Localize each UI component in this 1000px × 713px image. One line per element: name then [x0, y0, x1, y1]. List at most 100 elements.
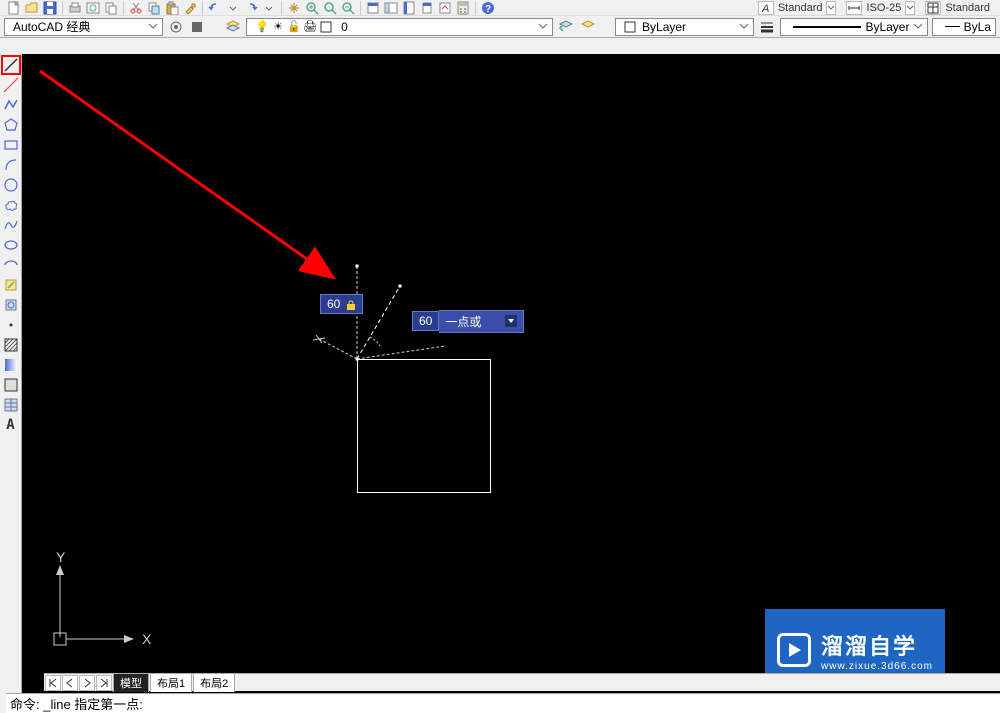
layer-lock-icon: 🔓: [287, 20, 301, 34]
tab-layout2[interactable]: 布局2: [193, 673, 235, 692]
dim-style-label: ISO-25: [866, 2, 901, 14]
zoom-previous-icon[interactable]: [340, 1, 356, 15]
tab-layout1[interactable]: 布局1: [150, 673, 192, 692]
dim-style-icon[interactable]: [846, 1, 862, 15]
hatch-tool[interactable]: [2, 336, 20, 354]
workspace-combo[interactable]: AutoCAD 经典: [4, 18, 163, 36]
pan-icon[interactable]: [286, 1, 302, 15]
mtext-tool[interactable]: A: [2, 416, 20, 434]
open-file-icon[interactable]: [24, 1, 40, 15]
lock-icon: [346, 299, 356, 309]
lineweight-combo[interactable]: ByLa: [932, 18, 996, 36]
drawing-area[interactable]: 60 60 一点或 Y X: [22, 54, 1000, 713]
make-block-tool[interactable]: [2, 296, 20, 314]
rubber-band-lines: [22, 54, 1000, 674]
standard-toolbar: ? A Standard ISO-25 Standard: [0, 0, 1000, 16]
gradient-tool[interactable]: [2, 356, 20, 374]
command-text: 命令: _line 指定第一点:: [10, 694, 143, 713]
point-tool[interactable]: [2, 316, 20, 334]
point-marker: [356, 358, 359, 361]
tab-first-button[interactable]: [45, 675, 61, 691]
color-combo[interactable]: ByLayer: [615, 18, 754, 36]
new-file-icon[interactable]: [6, 1, 22, 15]
chevron-down-icon: [735, 20, 749, 34]
workspace-settings-icon[interactable]: [167, 18, 185, 36]
text-style-dropdown[interactable]: [826, 1, 836, 15]
table-tool[interactable]: [2, 396, 20, 414]
svg-text:A: A: [761, 3, 769, 14]
print-icon[interactable]: [67, 1, 83, 15]
chevron-down-icon: [534, 20, 548, 34]
layer-combo[interactable]: 💡 ☀ 🔓 🖨 0: [246, 18, 553, 36]
text-style-label: Standard: [778, 2, 823, 14]
play-icon: [777, 633, 811, 667]
quickcalc-icon[interactable]: [455, 1, 471, 15]
insert-block-tool[interactable]: [2, 276, 20, 294]
point-marker: [399, 285, 402, 288]
spline-tool[interactable]: [2, 216, 20, 234]
sheet-set-icon[interactable]: [419, 1, 435, 15]
zoom-realtime-icon[interactable]: [304, 1, 320, 15]
rectangle-tool[interactable]: [2, 136, 20, 154]
zoom-window-icon[interactable]: [322, 1, 338, 15]
undo-dropdown-icon[interactable]: [225, 1, 241, 15]
copy-icon[interactable]: [146, 1, 162, 15]
ellipse-tool[interactable]: [2, 236, 20, 254]
linetype-value: ByLayer: [865, 20, 909, 34]
construction-line-tool[interactable]: [2, 76, 20, 94]
properties-icon[interactable]: [365, 1, 381, 15]
publish-icon[interactable]: [103, 1, 119, 15]
drawn-rectangle: [357, 359, 491, 493]
line-tool[interactable]: [2, 56, 20, 74]
save-icon[interactable]: [42, 1, 58, 15]
dynamic-input-dropdown[interactable]: [505, 315, 517, 327]
revision-cloud-tool[interactable]: [2, 196, 20, 214]
layer-props-icon[interactable]: [224, 18, 242, 36]
region-tool[interactable]: [2, 376, 20, 394]
distance-value: 60: [327, 297, 340, 311]
layer-plot-icon: 🖨: [303, 20, 317, 34]
layer-name: 0: [341, 20, 348, 34]
tab-last-button[interactable]: [96, 675, 112, 691]
point-marker: [356, 265, 359, 268]
table-style-icon[interactable]: [925, 1, 941, 15]
dynamic-input[interactable]: 60 一点或: [412, 310, 524, 332]
layer-states-icon[interactable]: [579, 18, 597, 36]
layer-sun-icon: ☀: [271, 20, 285, 34]
match-prop-icon[interactable]: [182, 1, 198, 15]
ucs-y-label: Y: [56, 549, 66, 565]
chevron-down-icon: [144, 20, 158, 34]
tab-prev-button[interactable]: [62, 675, 78, 691]
undo-icon[interactable]: [207, 1, 223, 15]
polyline-tool[interactable]: [2, 96, 20, 114]
layer-prev-icon[interactable]: [557, 18, 575, 36]
design-center-icon[interactable]: [383, 1, 399, 15]
redo-dropdown-icon[interactable]: [261, 1, 277, 15]
draw-toolbar: A: [0, 54, 22, 713]
command-line[interactable]: 命令: _line 指定第一点:: [6, 693, 1000, 713]
paste-icon[interactable]: [164, 1, 180, 15]
tab-next-button[interactable]: [79, 675, 95, 691]
annotation-arrow: [36, 66, 346, 326]
watermark-url: www.zixue.3d66.com: [821, 661, 933, 672]
dynamic-input-value[interactable]: 60: [412, 311, 439, 331]
redo-icon[interactable]: [243, 1, 259, 15]
lineweight-icon[interactable]: [758, 18, 776, 36]
arc-tool[interactable]: [2, 156, 20, 174]
circle-tool[interactable]: [2, 176, 20, 194]
ellipse-arc-tool[interactable]: [2, 256, 20, 274]
layer-color-icon: [319, 20, 333, 34]
text-style-icon[interactable]: A: [758, 1, 774, 15]
linetype-combo[interactable]: ByLayer: [780, 18, 929, 36]
svg-text:?: ?: [485, 4, 491, 15]
tool-palettes-icon[interactable]: [401, 1, 417, 15]
dim-style-dropdown[interactable]: [905, 1, 915, 15]
polygon-tool[interactable]: [2, 116, 20, 134]
chevron-down-icon: [909, 20, 923, 34]
plot-preview-icon[interactable]: [85, 1, 101, 15]
cut-icon[interactable]: [128, 1, 144, 15]
workspace-lock-icon[interactable]: [189, 18, 207, 36]
tab-model[interactable]: 模型: [113, 673, 149, 692]
help-icon[interactable]: ?: [480, 1, 496, 15]
markup-icon[interactable]: [437, 1, 453, 15]
